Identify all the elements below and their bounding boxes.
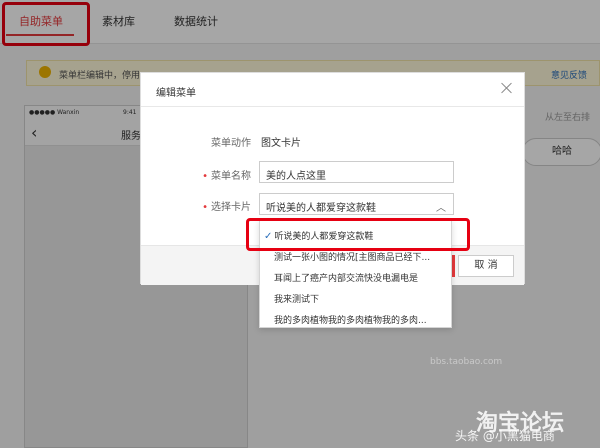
card-select[interactable]: 听说美的人都爱穿这款鞋 ︿ xyxy=(259,193,454,215)
chevron-up-icon: ︿ xyxy=(436,203,446,214)
menu-name-input[interactable]: 美的人点这里 xyxy=(259,161,454,183)
option-highlight-box xyxy=(246,218,470,251)
close-icon[interactable] xyxy=(500,81,514,95)
dialog-title: 编辑菜单 xyxy=(156,88,196,99)
card-label: • 选择卡片 xyxy=(202,202,251,213)
dialog-header: 编辑菜单 xyxy=(141,73,524,107)
action-value: 图文卡片 xyxy=(261,138,301,149)
name-label: • 菜单名称 xyxy=(202,171,251,182)
watermark-url: bbs.taobao.com xyxy=(430,357,503,367)
dropdown-option[interactable]: 我的多肉植物我的多肉植物我的多肉... xyxy=(260,308,451,329)
dropdown-option[interactable]: 我来测试下 xyxy=(260,287,451,308)
cancel-button[interactable]: 取 消 xyxy=(458,255,514,277)
card-select-value: 听说美的人都爱穿这款鞋 xyxy=(266,203,376,214)
action-label: 菜单动作 xyxy=(211,138,251,149)
watermark-author: 头条 @小黑猫电商 xyxy=(455,429,555,443)
dropdown-option[interactable]: 耳闻上了癌产内部交流快没电漏电是 xyxy=(260,266,451,287)
